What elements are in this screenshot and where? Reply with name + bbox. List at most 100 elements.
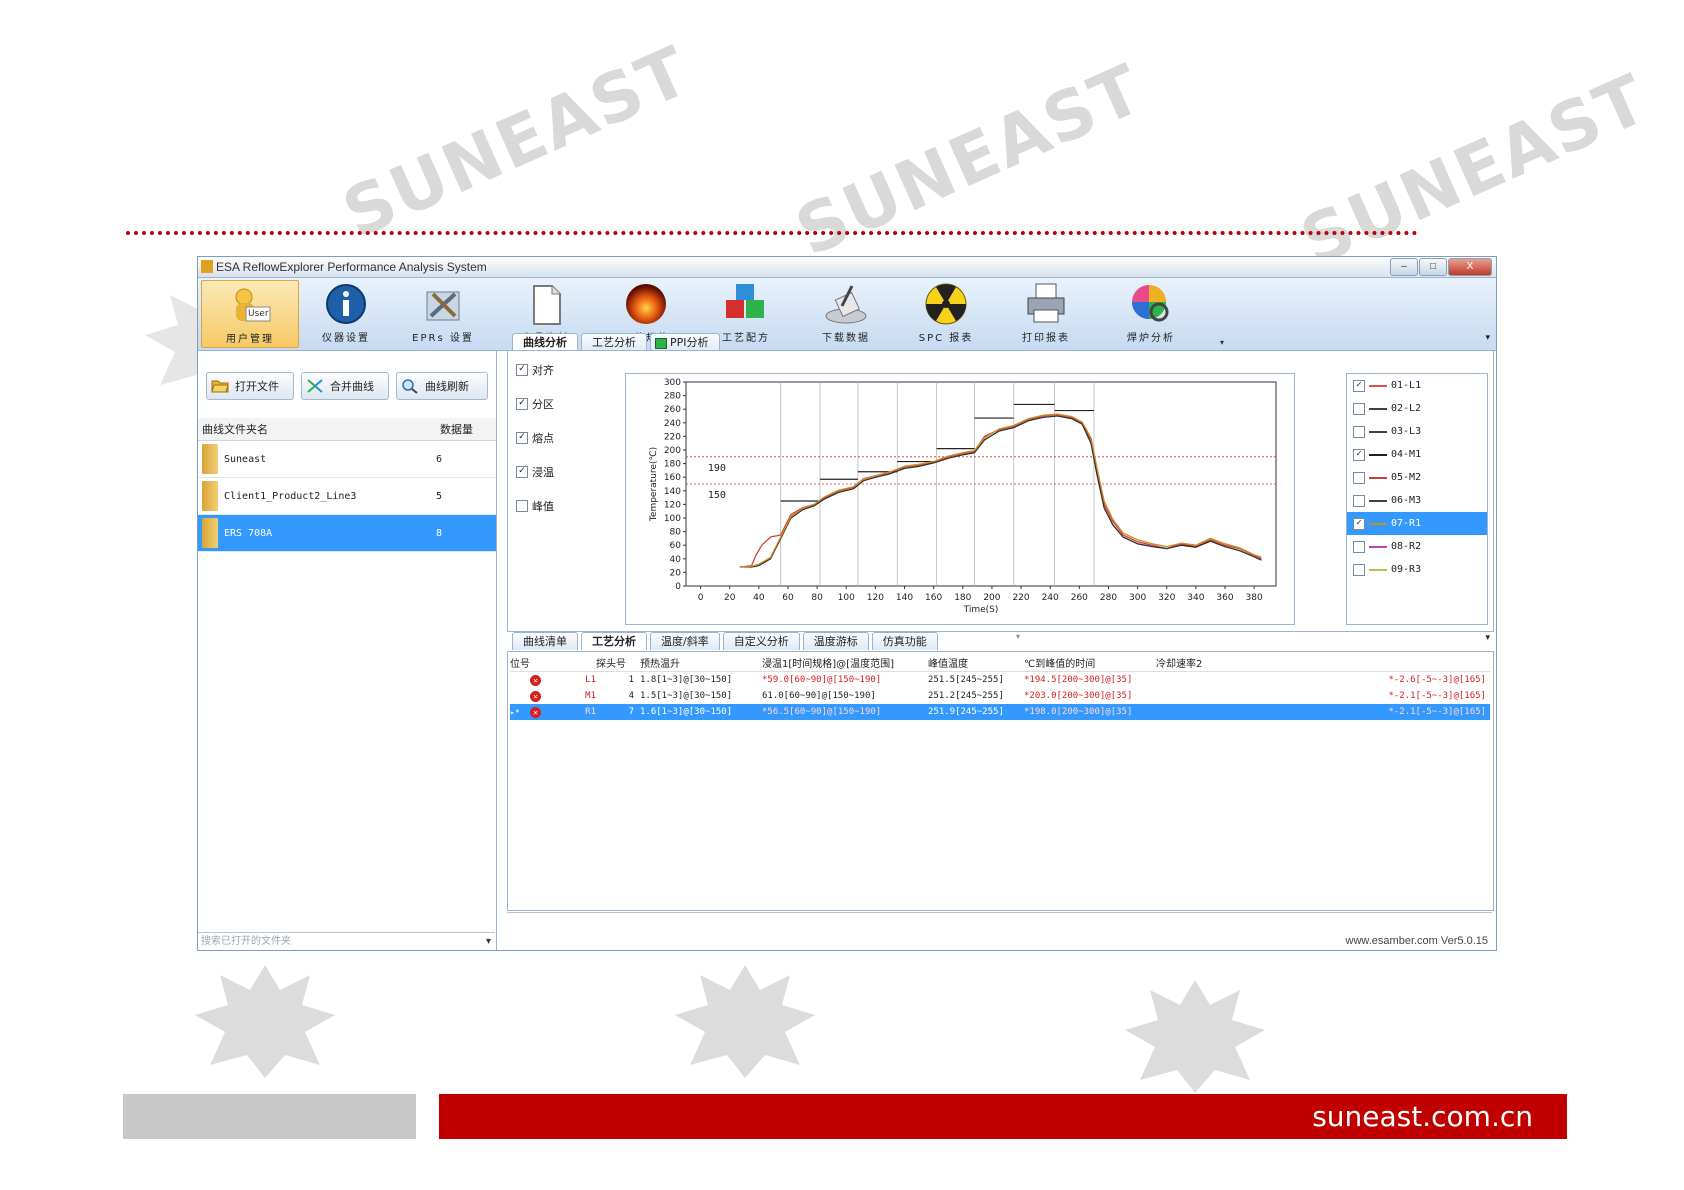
tab-process-analysis[interactable]: 工艺分析 — [581, 333, 647, 351]
legend-swatch — [1369, 499, 1387, 502]
chevron-down-icon[interactable]: ▾ — [1485, 633, 1490, 643]
checkbox-icon — [516, 500, 528, 512]
toolbar-user-management[interactable]: User 用户管理 — [201, 280, 299, 348]
column-header[interactable]: 浸温1[时间规格]@[温度范围] — [762, 655, 928, 670]
close-button[interactable]: X — [1448, 258, 1492, 276]
x-tick-label: 60 — [782, 593, 794, 603]
legend-item[interactable]: ✓ 01-L1 — [1347, 374, 1487, 397]
option-label: 峰值 — [532, 500, 554, 513]
merge-curves-button[interactable]: 合并曲线 — [301, 372, 389, 400]
column-header[interactable]: 曲线文件夹名 — [198, 421, 440, 437]
window-title: ESA ReflowExplorer Performance Analysis … — [216, 260, 487, 274]
toolbar-instrument-settings[interactable]: 仪器设置 — [298, 280, 394, 346]
cell-cooling: *-2.6[-5~-3]@[165] — [1388, 675, 1486, 685]
tab-ppi-analysis[interactable]: PPI分析 — [650, 333, 720, 351]
user-icon: User — [228, 283, 272, 327]
checkbox-icon[interactable]: ✓ — [1353, 379, 1365, 392]
y-tick-label: 80 — [670, 528, 682, 538]
column-header[interactable]: 峰值温度 — [928, 655, 1024, 670]
watermark-text: SUNEAST — [785, 49, 1155, 273]
checkbox-icon[interactable] — [1353, 471, 1365, 484]
curve-legend: ✓ 01-L1 02-L2 03-L3 ✓ 04-M1 05-M2 06-M3 ✓ 07-R1 08… — [1346, 373, 1488, 625]
checkbox-icon[interactable] — [1353, 540, 1365, 553]
legend-item[interactable]: 05-M2 — [1347, 466, 1487, 489]
minimize-button[interactable]: – — [1390, 258, 1418, 276]
watermark-logo — [1125, 980, 1265, 1093]
column-header[interactable]: 数据量 — [440, 421, 496, 437]
x-tick-label: 80 — [811, 593, 823, 603]
folder-search-input[interactable]: 搜索已打开的文件夹 ▾ — [198, 932, 495, 950]
checkbox-icon[interactable] — [1353, 494, 1365, 507]
y-tick-label: 20 — [670, 568, 682, 578]
option-peak[interactable]: 峰值 — [516, 495, 554, 517]
splitter-handle[interactable]: ▾ — [988, 632, 1048, 641]
y-axis-label: Temperature(℃) — [649, 447, 659, 522]
toolbar-spc-report[interactable]: SPC 报表 — [898, 280, 994, 346]
y-tick-label: 160 — [664, 473, 681, 483]
cell-soak: *56.5[60~90]@[150~190] — [762, 707, 882, 717]
y-tick-label: 200 — [664, 446, 681, 456]
cell-probe: 7 — [628, 707, 634, 717]
cell-probe: 4 — [628, 691, 634, 701]
cell-probe: 1 — [628, 675, 634, 685]
tab-curve-list[interactable]: 曲线清单 — [512, 632, 578, 650]
legend-swatch — [1369, 453, 1387, 456]
app-icon — [201, 260, 213, 273]
legend-item[interactable]: 09-R3 — [1347, 558, 1487, 581]
column-header[interactable]: 探头号 — [596, 655, 640, 670]
checkbox-icon[interactable]: ✓ — [1353, 517, 1365, 530]
cell-cooling: *-2.1[-5~-3]@[165] — [1388, 691, 1486, 701]
legend-item[interactable]: ✓ 07-R1 — [1347, 512, 1487, 535]
options-list: ✓ 对齐 ✓ 分区 ✓ 熔点 ✓ 浸温 峰值 — [516, 359, 554, 517]
checkbox-icon[interactable] — [1353, 425, 1365, 438]
error-icon: ✕ — [530, 706, 541, 718]
tab-process-analysis-table[interactable]: 工艺分析 — [581, 632, 647, 650]
legend-item[interactable]: 02-L2 — [1347, 397, 1487, 420]
folder-table-header: 曲线文件夹名 数据量 — [198, 418, 496, 441]
checkbox-icon[interactable] — [1353, 402, 1365, 415]
legend-item[interactable]: 03-L3 — [1347, 420, 1487, 443]
column-header[interactable]: 冷却速率2 — [1156, 655, 1490, 670]
checkbox-icon[interactable]: ✓ — [1353, 448, 1365, 461]
chevron-down-icon[interactable]: ▾ — [486, 933, 491, 950]
maximize-button[interactable]: □ — [1419, 258, 1447, 276]
process-row[interactable]: ✕ L1 1 1.8[1~3]@[30~150] *59.0[60~90]@[1… — [510, 672, 1490, 688]
refresh-search-icon — [402, 379, 418, 394]
folder-row[interactable]: Client1_Product2_Line3 5 — [198, 478, 496, 515]
option-soak[interactable]: ✓ 浸温 — [516, 461, 554, 483]
legend-label: 04-M1 — [1391, 449, 1422, 460]
refresh-curves-button[interactable]: 曲线刷新 — [396, 372, 488, 400]
column-header[interactable]: 位号 — [510, 655, 596, 670]
tab-custom-analysis[interactable]: 自定义分析 — [722, 632, 800, 650]
legend-item[interactable]: ✓ 04-M1 — [1347, 443, 1487, 466]
tab-simulation[interactable]: 仿真功能 — [871, 632, 938, 650]
open-file-button[interactable]: 打开文件 — [206, 372, 294, 400]
toolbar-oven-analysis[interactable]: 焊炉分析 — [1103, 280, 1199, 346]
column-header[interactable]: ℃到峰值的时间 — [1024, 655, 1156, 670]
option-zones[interactable]: ✓ 分区 — [516, 393, 554, 415]
option-melting-point[interactable]: ✓ 熔点 — [516, 427, 554, 449]
toolbar-download-data[interactable]: 下载数据 — [798, 280, 894, 346]
x-tick-label: 260 — [1071, 593, 1088, 603]
legend-item[interactable]: 06-M3 — [1347, 489, 1487, 512]
toolbar-overflow-icon[interactable]: ▾ — [1220, 338, 1224, 347]
tab-temperature-slope[interactable]: 温度/斜率 — [650, 632, 720, 650]
folder-row[interactable]: Suneast 6 — [198, 441, 496, 478]
temperature-chart[interactable]: 190 150 0 20 40 60 80 100 120 140 160 180 200 220 240 2… — [625, 373, 1295, 625]
folder-row-selected[interactable]: ERS 708A 8 — [198, 515, 496, 552]
legend-swatch — [1369, 545, 1387, 548]
checkbox-icon[interactable] — [1353, 563, 1365, 576]
tab-temperature-cursor[interactable]: 温度游标 — [802, 632, 869, 650]
option-align[interactable]: ✓ 对齐 — [516, 359, 554, 381]
toolbar-eprs-settings[interactable]: EPRs 设置 — [395, 280, 491, 346]
process-row-selected[interactable]: ▸* ✕ R1 7 1.6[1~3]@[30~150] *56.5[60~90]… — [510, 704, 1490, 720]
cell-preheat: 1.6[1~3]@[30~150] — [640, 707, 733, 717]
legend-item[interactable]: 08-R2 — [1347, 535, 1487, 558]
tab-curve-analysis[interactable]: 曲线分析 — [512, 333, 578, 351]
chevron-down-icon[interactable]: ▾ — [1485, 333, 1490, 343]
toolbar-print-report[interactable]: 打印报表 — [998, 280, 1094, 346]
x-tick-label: 180 — [954, 593, 971, 603]
x-tick-label: 340 — [1187, 593, 1204, 603]
column-header[interactable]: 预热温升 — [640, 655, 762, 670]
process-row[interactable]: ✕ M1 4 1.5[1~3]@[30~150] 61.0[60~90]@[15… — [510, 688, 1490, 704]
